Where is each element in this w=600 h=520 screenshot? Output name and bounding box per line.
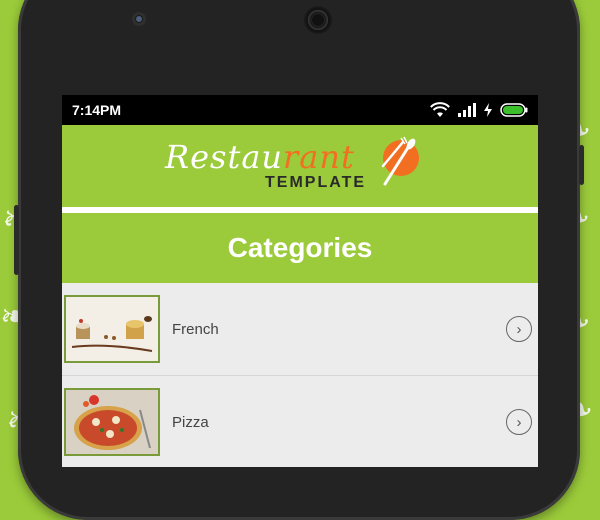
logo-wordmark: Restaurant <box>165 138 355 176</box>
status-icons <box>430 102 528 118</box>
wifi-icon <box>430 102 450 117</box>
battery-icon <box>500 103 528 117</box>
chevron-right-icon[interactable]: › <box>506 316 532 342</box>
category-list: French › Pizza › <box>62 283 538 467</box>
category-item-french[interactable]: French › <box>62 283 538 376</box>
page-title: Categories <box>62 213 538 283</box>
app-header: Restaurant TEMPLATE <box>62 125 538 207</box>
volume-button <box>14 205 19 275</box>
plate-cutlery-icon <box>381 136 419 186</box>
restaurant-logo: Restaurant TEMPLATE <box>165 130 435 202</box>
charging-icon <box>484 103 492 117</box>
signal-icon <box>458 103 476 117</box>
front-camera <box>132 12 146 26</box>
status-time: 7:14PM <box>72 102 122 118</box>
app-screen: 7:14PM Restaurant TEMPLATE Categories Fr… <box>62 95 538 467</box>
category-item-pizza[interactable]: Pizza › <box>62 376 538 467</box>
power-button <box>579 145 584 185</box>
logo-subtitle: TEMPLATE <box>265 174 367 191</box>
french-dish-thumbnail <box>64 295 160 363</box>
category-label: French <box>172 320 219 338</box>
status-bar: 7:14PM <box>62 95 538 125</box>
pizza-thumbnail <box>64 388 160 456</box>
chevron-right-icon[interactable]: › <box>506 409 532 435</box>
earpiece-speaker <box>304 6 332 34</box>
category-label: Pizza <box>172 413 209 431</box>
